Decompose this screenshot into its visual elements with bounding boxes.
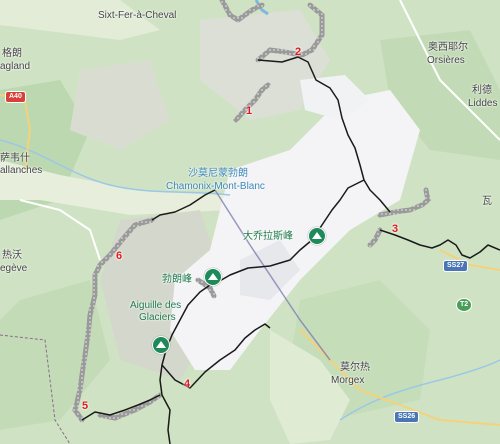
segment-number-3: 3 xyxy=(392,223,399,235)
peak-label-aiguille-line2: Glaciers xyxy=(139,312,176,323)
segment-number-5: 5 xyxy=(82,400,89,412)
town-label-orsieres: Orsières xyxy=(427,55,465,66)
town-label-morgex-cn: 莫尔热 xyxy=(340,362,370,373)
road-shield-ss27: SS27 xyxy=(443,260,469,272)
town-label-right-edge: 瓦 xyxy=(482,196,492,207)
town-label-left-mid-cn: 萨韦什 xyxy=(0,153,30,164)
mountain-peak-icon[interactable] xyxy=(204,268,222,286)
town-label-left-bot-cn: 热沃 xyxy=(2,250,22,261)
town-label-left-bot: egève xyxy=(0,263,28,274)
segment-number-2: 2 xyxy=(295,46,302,58)
town-label-sixt: Sixt-Fer-à-Cheval xyxy=(98,10,177,21)
town-label-left-top-cn: 格朗 xyxy=(2,48,22,59)
peak-label-mont-blanc: 勃朗峰 xyxy=(162,274,192,285)
terrain-layer xyxy=(0,0,500,444)
town-label-orsieres-cn: 奥西耶尔 xyxy=(428,42,468,53)
mountain-peak-icon[interactable] xyxy=(152,336,170,354)
road-shield-a40: A40 xyxy=(5,91,26,103)
segment-number-6: 6 xyxy=(116,250,123,262)
town-label-chamonix-cn: 沙莫尼蒙勃朗 xyxy=(188,168,248,179)
town-label-left-mid: allanches xyxy=(0,165,43,176)
town-label-liddes-cn: 利德 xyxy=(472,85,492,96)
town-label-liddes: Liddes xyxy=(468,98,498,109)
road-shield-t2: T2 xyxy=(456,298,473,312)
segment-number-4: 4 xyxy=(184,378,191,390)
mountain-peak-icon[interactable] xyxy=(308,227,326,245)
peak-label-grandes-jorasses: 大乔拉斯峰 xyxy=(243,231,293,242)
segment-number-1: 1 xyxy=(246,105,253,117)
road-shield-ss26: SS26 xyxy=(394,411,420,423)
town-label-chamonix: Chamonix-Mont-Blanc xyxy=(166,181,265,192)
town-label-left-top: agland xyxy=(0,61,31,72)
town-label-morgex: Morgex xyxy=(331,375,365,386)
peak-label-aiguille-line1: Aiguille des xyxy=(130,300,182,311)
map-view[interactable]: Sixt-Fer-à-Cheval 奥西耶尔 Orsières 利德 Lidde… xyxy=(0,0,500,444)
